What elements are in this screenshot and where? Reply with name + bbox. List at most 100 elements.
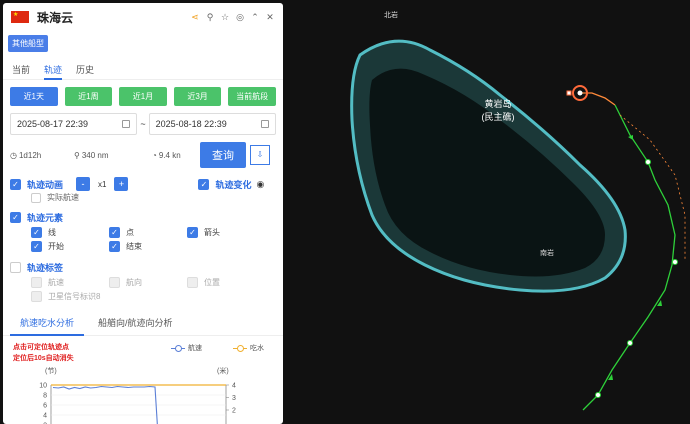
tab-speed-draft-analysis[interactable]: 航速吃水分析	[10, 316, 85, 336]
current-vessel-center	[577, 90, 583, 96]
track-point[interactable]	[672, 259, 678, 265]
speed-plus-button[interactable]: +	[114, 177, 129, 191]
speed-icon: ◔	[152, 150, 157, 160]
speed-draft-chart[interactable]: (节)(米)108642432	[3, 363, 283, 424]
range-current-segment-button[interactable]: 当前航段	[228, 87, 276, 106]
satellite-label-checkbox[interactable]	[31, 290, 42, 302]
range-1month-button[interactable]: 近1月	[119, 87, 167, 106]
speed-legend-marker	[171, 344, 185, 352]
left-tick-label: 8	[43, 393, 47, 400]
actual-speed-label: 实际航速	[47, 193, 79, 202]
track-animation-checkbox[interactable]: ✓	[10, 178, 21, 190]
speed-label-checkbox[interactable]	[31, 276, 42, 288]
vessel-panel: 珠海云 ⋖ ⚲ ☆ ◎ ⌃ ✕ 其他船型 当前 轨迹 历史 近1天 近1周 近1…	[3, 3, 283, 424]
start-label: 开始	[48, 241, 64, 251]
china-flag-icon	[11, 11, 29, 23]
left-tick-label: 6	[43, 403, 47, 410]
course-label-text: 航向	[126, 277, 142, 287]
position-label-checkbox[interactable]	[187, 276, 198, 288]
eye-icon[interactable]: ◉	[256, 179, 264, 190]
track-elements-label: 轨迹元素	[27, 213, 64, 223]
actual-speed-checkbox[interactable]	[31, 192, 41, 203]
point-label: 点	[126, 227, 134, 237]
track-point[interactable]	[645, 159, 651, 165]
range-1day-button[interactable]: 近1天	[10, 87, 58, 106]
export-icon[interactable]: ⇩	[250, 145, 270, 165]
speed-value: 9.4 kn	[158, 150, 181, 160]
track-labels-header: 轨迹标签	[3, 261, 283, 274]
track-labels-grid: 航速 航向 位置 卫星信号标识8	[3, 276, 283, 302]
track-elements-header: ✓ 轨迹元素	[3, 211, 283, 224]
position-label-text: 位置	[204, 277, 220, 287]
query-button[interactable]: 查询	[200, 142, 246, 168]
tab-track[interactable]: 轨迹	[44, 61, 63, 80]
close-icon[interactable]: ✕	[265, 12, 275, 23]
legend-speed[interactable]: 航速	[171, 343, 202, 353]
draft-legend-marker	[233, 344, 247, 352]
track-stats: ◷ 1d12h ⚲ 340 nm ◔ 9.4 kn 查询 ⇩	[3, 142, 283, 168]
track-point[interactable]	[627, 340, 633, 346]
track-change-label: 轨迹变化	[215, 179, 252, 190]
end-date-field[interactable]: 2025-08-18 22:39	[148, 113, 277, 135]
vessel-marker-icon	[566, 90, 572, 96]
tab-current[interactable]: 当前	[12, 61, 30, 79]
track-point[interactable]	[595, 392, 601, 398]
legend-draft[interactable]: 吃水	[233, 343, 264, 353]
share-icon[interactable]: ⋖	[190, 12, 200, 23]
end-date-value: 2025-08-18 22:39	[155, 119, 227, 129]
distance-value: 340 nm	[81, 150, 109, 160]
tab-history[interactable]: 历史	[76, 61, 94, 79]
vessel-name: 珠海云	[37, 10, 74, 25]
end-checkbox[interactable]: ✓	[109, 240, 120, 252]
animation-speed: x1	[98, 179, 107, 189]
tab-heading-analysis[interactable]: 船艏向/航迹向分析	[88, 316, 183, 335]
arrow-checkbox[interactable]: ✓	[187, 226, 198, 238]
date-separator: ~	[140, 119, 146, 129]
speed-label-text: 航速	[48, 277, 64, 287]
left-tick-label: 4	[43, 413, 47, 420]
track-change-checkbox[interactable]: ✓	[198, 178, 210, 190]
star-icon[interactable]: ☆	[220, 12, 230, 23]
start-date-value: 2025-08-17 22:39	[17, 119, 89, 129]
other-vessel-button[interactable]: 其他船型	[8, 35, 48, 52]
island-alt-label: (民主礁)	[481, 112, 515, 122]
draft-legend-label: 吃水	[250, 345, 264, 352]
note-line-1: 点击可定位轨迹点	[13, 344, 69, 351]
track-labels-checkbox[interactable]	[10, 262, 21, 273]
track-elements-checkbox[interactable]: ✓	[10, 212, 21, 223]
track-elements-grid: ✓ 线 ✓ 点 ✓ 箭头 ✓ 开始 ✓ 结束	[3, 226, 283, 252]
north-rock-label: 北岩	[384, 12, 398, 19]
clock-icon: ◷	[10, 150, 17, 160]
start-date-field[interactable]: 2025-08-17 22:39	[10, 113, 138, 135]
distance-icon: ⚲	[74, 150, 80, 160]
track-animation-label: 轨迹动画	[27, 179, 64, 190]
track-animation-row: ✓ 轨迹动画 - x1 + ✓ 轨迹变化 ◉	[3, 177, 283, 191]
right-tick-label: 2	[232, 408, 236, 415]
south-rock-label: 南岩	[540, 250, 554, 257]
track-labels-label: 轨迹标签	[27, 263, 64, 273]
panel-header: 珠海云 ⋖ ⚲ ☆ ◎ ⌃ ✕	[3, 3, 283, 31]
line-checkbox[interactable]: ✓	[31, 226, 42, 238]
range-1week-button[interactable]: 近1周	[64, 87, 113, 106]
target-icon[interactable]: ◎	[235, 12, 245, 23]
right-tick-label: 4	[232, 383, 236, 390]
speed-minus-button[interactable]: -	[76, 177, 91, 191]
collapse-icon[interactable]: ⌃	[250, 12, 260, 23]
calendar-icon	[261, 120, 270, 128]
analysis-tabs: 航速吃水分析 船艏向/航迹向分析	[3, 316, 283, 336]
chart-note: 点击可定位轨迹点 定位后10s自动消失	[13, 342, 74, 364]
course-label-checkbox[interactable]	[109, 276, 120, 288]
range-3month-button[interactable]: 近3月	[173, 87, 222, 106]
panel-tabs: 当前 轨迹 历史	[3, 61, 283, 80]
point-checkbox[interactable]: ✓	[109, 226, 120, 238]
left-axis-unit: (节)	[45, 367, 57, 375]
right-axis-unit: (米)	[217, 366, 229, 375]
duration-value: 1d12h	[18, 150, 42, 160]
island-label: 黄岩岛	[484, 99, 512, 109]
right-tick-label: 3	[232, 395, 236, 402]
location-icon[interactable]: ⚲	[205, 12, 215, 23]
range-buttons: 近1天 近1周 近1月 近3月 当前航段	[3, 87, 283, 106]
end-label: 结束	[126, 241, 142, 251]
start-checkbox[interactable]: ✓	[31, 240, 42, 252]
line-label: 线	[48, 227, 56, 237]
